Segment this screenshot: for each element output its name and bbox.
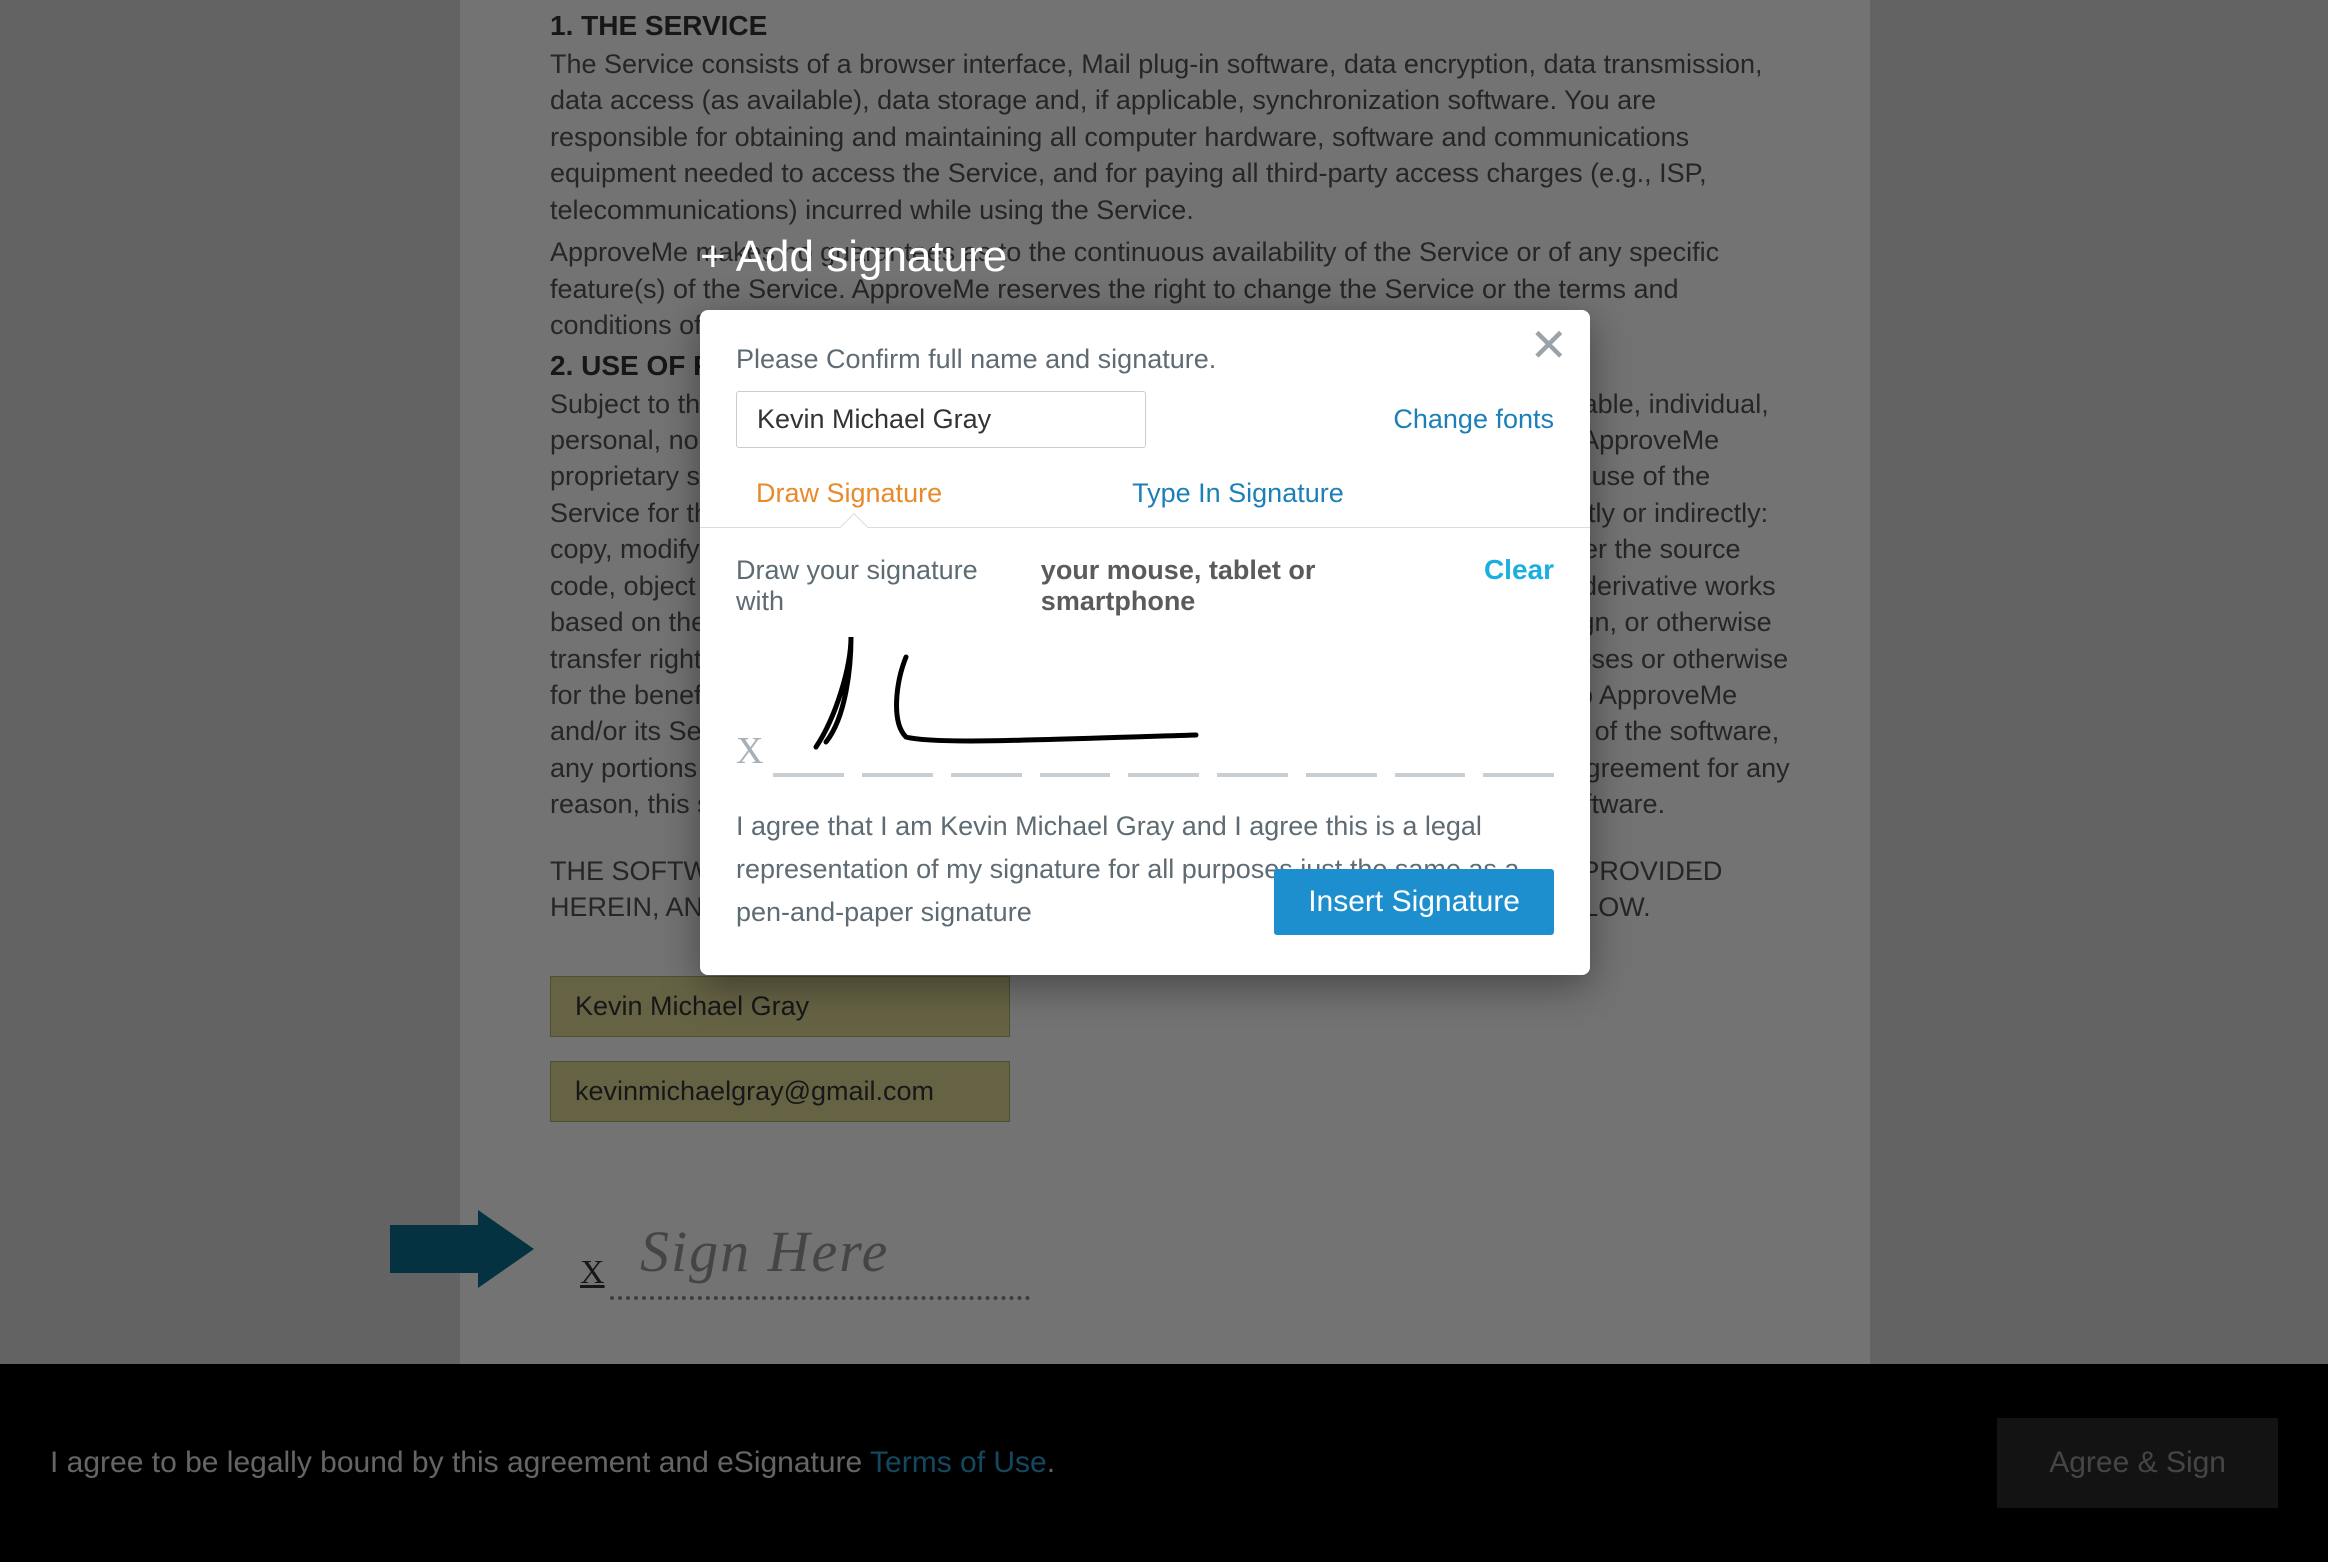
modal-prompt: Please Confirm full name and signature. [736, 344, 1554, 375]
signature-x-mark: X [736, 729, 763, 773]
draw-hint-prefix: Draw your signature with [736, 555, 1031, 617]
close-icon[interactable]: ✕ [1529, 322, 1568, 368]
signature-modal: ✕ Please Confirm full name and signature… [700, 310, 1590, 975]
full-name-input[interactable] [736, 391, 1146, 448]
tab-type-signature[interactable]: Type In Signature [1132, 478, 1344, 519]
tab-divider [700, 527, 1590, 528]
signature-pad[interactable]: X [736, 637, 1554, 777]
signature-tabs: Draw Signature Type In Signature [736, 478, 1554, 519]
draw-hint-bold: your mouse, tablet or smartphone [1041, 555, 1474, 617]
tab-draw-signature[interactable]: Draw Signature [756, 478, 942, 519]
drawn-signature [796, 627, 1296, 757]
insert-signature-button[interactable]: Insert Signature [1274, 869, 1554, 935]
clear-signature-link[interactable]: Clear [1484, 554, 1554, 586]
signature-guide-lines [773, 773, 1554, 777]
add-signature-text: Add signature [736, 232, 1008, 282]
add-signature-header: + Add signature [700, 232, 1007, 282]
change-fonts-link[interactable]: Change fonts [1393, 404, 1554, 435]
plus-icon: + [700, 232, 726, 282]
